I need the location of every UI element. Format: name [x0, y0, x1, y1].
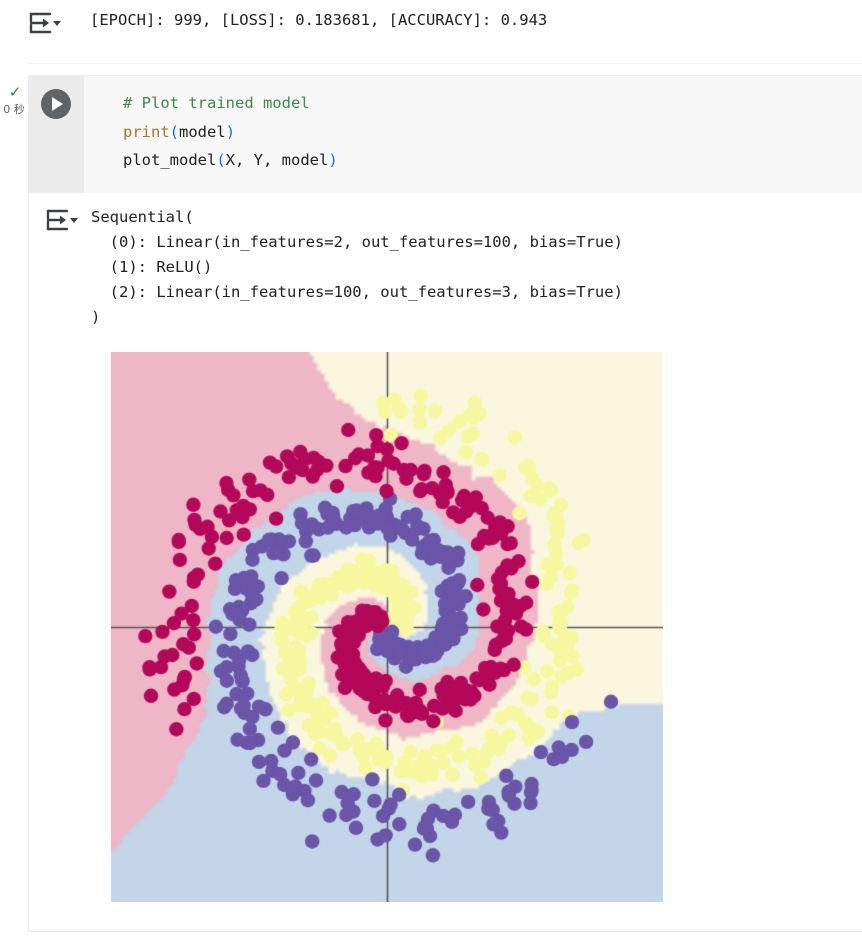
output-arrow-icon[interactable]: [45, 207, 79, 233]
code-token: # Plot trained model: [123, 94, 310, 112]
code-token: plot_model: [123, 151, 217, 169]
spiral-classification-plot: [111, 352, 663, 902]
output-divider: [28, 63, 862, 64]
model-output-row: Sequential( (0): Linear(in_features=2, o…: [29, 205, 623, 330]
execution-status: ✓ 0 秒: [0, 84, 28, 118]
epoch-output-text: [EPOCH]: 999, [LOSS]: 0.183681, [ACCURAC…: [90, 11, 548, 29]
code-cell: # Plot trained model print(model) plot_m…: [28, 75, 862, 193]
code-line: # Plot trained model: [123, 89, 862, 118]
code-token: ): [225, 122, 236, 141]
epoch-output-row: [EPOCH]: 999, [LOSS]: 0.183681, [ACCURAC…: [28, 8, 862, 56]
checkmark-icon: ✓: [8, 84, 22, 101]
code-line: print(model): [123, 118, 862, 147]
model-summary-text: Sequential( (0): Linear(in_features=2, o…: [91, 208, 623, 326]
code-token: (: [216, 151, 226, 169]
play-icon[interactable]: [41, 89, 71, 119]
code-line: plot_model(X, Y, model): [123, 146, 862, 175]
cell-output-area: Sequential( (0): Linear(in_features=2, o…: [28, 193, 862, 932]
code-cell-gutter: [28, 76, 84, 193]
code-token: ): [328, 151, 338, 169]
code-token: (: [169, 122, 180, 141]
execution-time-label: 0 秒: [3, 103, 25, 116]
notebook-page: [EPOCH]: 999, [LOSS]: 0.183681, [ACCURAC…: [0, 0, 862, 950]
code-cell-editor[interactable]: # Plot trained model print(model) plot_m…: [84, 76, 862, 193]
code-token: X, Y, model: [225, 151, 329, 169]
output-arrow-icon[interactable]: [28, 10, 62, 36]
code-token: print: [123, 122, 170, 141]
code-token: model: [179, 122, 226, 141]
plot-canvas: [111, 352, 663, 902]
